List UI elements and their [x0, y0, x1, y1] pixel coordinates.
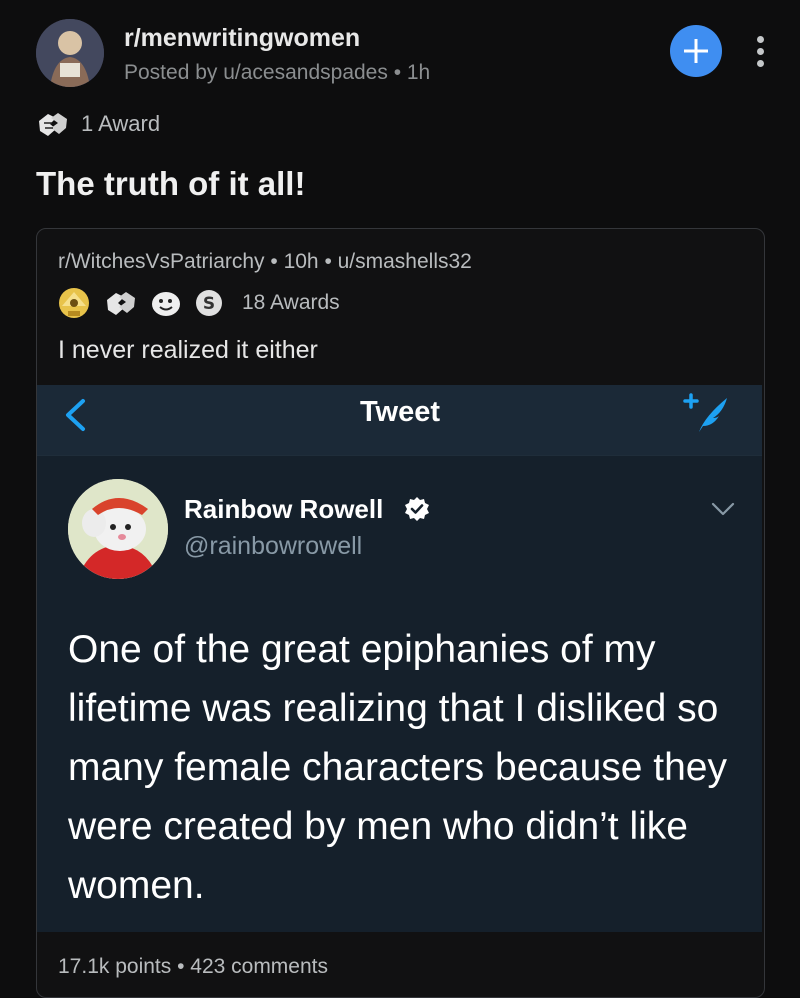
helpful-award-icon	[59, 288, 89, 318]
svg-text:S: S	[203, 294, 215, 314]
subreddit-avatar[interactable]	[36, 19, 104, 87]
verified-badge-icon	[404, 496, 430, 527]
tweet-text: One of the great epiphanies of my lifeti…	[68, 628, 728, 907]
crosspost-awards: S 18 Awards	[56, 286, 340, 320]
compose-tweet-icon	[683, 392, 731, 439]
tweet-author-avatar	[68, 479, 168, 579]
join-button[interactable]	[670, 25, 722, 77]
wholesome-award-icon	[152, 292, 180, 316]
crosspost-award-count[interactable]: 18 Awards	[242, 291, 340, 315]
crosspost-title[interactable]: I never realized it either	[58, 336, 318, 365]
silver-award-icon: S	[196, 290, 222, 316]
post-author-time[interactable]: Posted by u/acesandspades • 1h	[124, 61, 430, 85]
more-vertical-icon[interactable]	[755, 36, 765, 72]
join-plus-icon	[684, 39, 708, 63]
award-count[interactable]: 1 Award	[81, 111, 160, 137]
tweet-author-name: Rainbow Rowell	[184, 494, 384, 524]
award-icon	[107, 292, 135, 315]
post-title[interactable]: The truth of it all!	[36, 165, 305, 203]
crosspost-meta[interactable]: r/WitchesVsPatriarchy • 10h • u/smashell…	[58, 250, 472, 274]
tweet-bar-title: Tweet	[359, 396, 441, 428]
tweet-author-handle: @rainbowrowell	[184, 532, 363, 560]
award-icon	[36, 109, 70, 144]
post-stats[interactable]: 17.1k points • 423 comments	[58, 955, 328, 979]
chevron-down-icon	[710, 500, 736, 523]
subreddit-name[interactable]: r/menwritingwomen	[124, 24, 360, 53]
